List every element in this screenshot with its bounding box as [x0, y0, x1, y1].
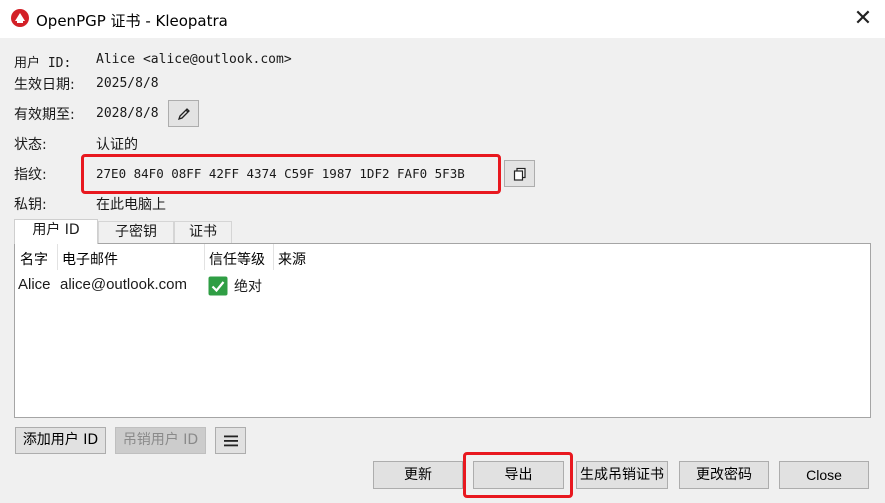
column-header-trust[interactable]: 信任等级 [209, 249, 265, 269]
hamburger-menu-icon [223, 435, 238, 447]
button-label: Close [806, 467, 842, 483]
pencil-icon [177, 107, 190, 120]
copy-fingerprint-button[interactable] [504, 160, 535, 187]
user-id-label: 用户 ID: [14, 56, 72, 71]
refresh-button[interactable]: 更新 [373, 461, 463, 489]
tab-subkeys[interactable]: 子密钥 [98, 221, 174, 243]
secret-key-label: 私钥: [14, 197, 47, 213]
add-user-id-button[interactable]: 添加用户 ID [15, 427, 106, 454]
button-label: 添加用户 ID [22, 432, 99, 448]
valid-from-label: 生效日期: [14, 77, 75, 93]
fingerprint-label: 指纹: [14, 167, 47, 183]
kleopatra-app-icon [11, 9, 29, 27]
close-window-button[interactable]: ✕ [848, 4, 878, 34]
expires-label: 有效期至: [14, 107, 75, 123]
edit-expiry-button[interactable] [168, 100, 199, 127]
title-bar: OpenPGP 证书 - Kleopatra ✕ [0, 0, 885, 38]
expires-value: 2028/8/8 [96, 106, 159, 121]
status-value: 认证的 [96, 137, 138, 153]
generate-revocation-button[interactable]: 生成吊销证书 [576, 461, 668, 489]
user-id-table[interactable]: 名字 电子邮件 信任等级 来源 Alice alice@outlook.com … [14, 243, 871, 418]
button-label: 导出 [504, 467, 533, 483]
cell-name: Alice [18, 276, 51, 293]
button-label: 生成吊销证书 [580, 467, 664, 483]
window-title: OpenPGP 证书 - Kleopatra [36, 12, 228, 30]
user-id-value: Alice <alice@outlook.com> [96, 52, 292, 67]
change-passphrase-button[interactable]: 更改密码 [679, 461, 769, 489]
column-header-name[interactable]: 名字 [20, 249, 48, 269]
tab-label: 子密钥 [115, 224, 157, 240]
revoke-user-id-button[interactable]: 吊销用户 ID [115, 427, 206, 454]
tab-user-ids[interactable]: 用户 ID [14, 219, 98, 244]
more-actions-button[interactable] [215, 427, 246, 454]
cell-email: alice@outlook.com [60, 276, 187, 293]
button-label: 更新 [404, 467, 432, 483]
fingerprint-value: 27E0 84F0 08FF 42FF 4374 C59F 1987 1DF2 … [96, 166, 465, 181]
copy-icon [513, 167, 526, 181]
status-label: 状态: [14, 137, 47, 153]
export-button[interactable]: 导出 [473, 461, 564, 489]
button-label: 更改密码 [696, 467, 752, 483]
close-icon: ✕ [853, 6, 873, 31]
button-label: 吊销用户 ID [122, 432, 199, 448]
column-header-origin[interactable]: 来源 [278, 249, 306, 269]
tab-label: 用户 ID [32, 222, 80, 238]
green-check-icon [208, 276, 228, 296]
valid-from-value: 2025/8/8 [96, 76, 159, 91]
cell-trust: 绝对 [234, 279, 262, 295]
tab-certifications[interactable]: 证书 [174, 221, 232, 243]
column-header-email[interactable]: 电子邮件 [62, 249, 118, 269]
secret-key-value: 在此电脑上 [96, 197, 166, 213]
tab-label: 证书 [189, 224, 217, 240]
close-button[interactable]: Close [779, 461, 869, 489]
